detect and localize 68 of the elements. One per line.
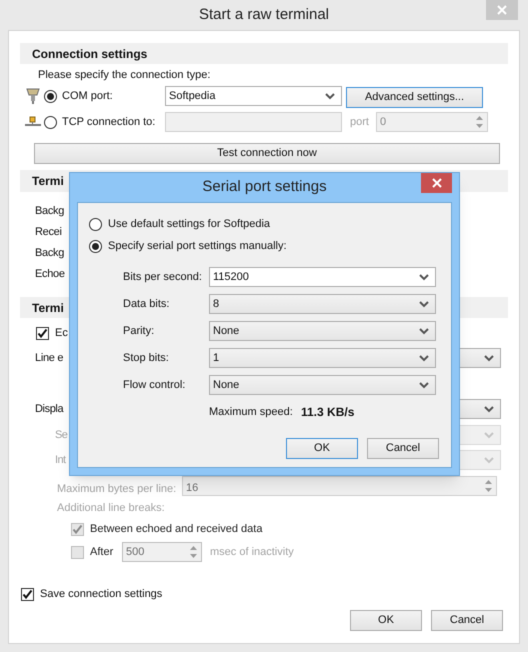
checkbox-label: After xyxy=(90,544,114,560)
field-label: Bits per second: xyxy=(123,270,203,285)
field-label: Data bits: xyxy=(123,296,170,312)
dropdown[interactable]: 115200 xyxy=(209,267,436,287)
chevron-icon xyxy=(484,406,494,412)
dropdown[interactable]: 1 xyxy=(209,348,436,368)
close-icon xyxy=(432,178,442,188)
host-field[interactable] xyxy=(165,112,342,132)
field-label: Int xyxy=(55,452,66,468)
radio-button[interactable] xyxy=(44,116,57,128)
color-label: Echoe xyxy=(35,267,65,282)
speed-label: Maximum speed: xyxy=(209,404,294,420)
cancel-button[interactable]: Cancel xyxy=(431,610,503,631)
port-dropdown[interactable]: Softpedia xyxy=(165,86,342,106)
port-label: port xyxy=(350,114,370,130)
radio-label: Use default settings for Softpedia xyxy=(108,216,270,232)
close-button[interactable] xyxy=(421,173,452,193)
ok-button[interactable]: OK xyxy=(350,610,422,631)
spinner-arrows-icon[interactable] xyxy=(189,545,198,559)
field-label: Se xyxy=(55,428,68,443)
color-label: Backg xyxy=(35,246,64,262)
checkbox-label: Save connection settings xyxy=(40,586,162,602)
section-title: Termi xyxy=(32,173,64,190)
chevron-icon xyxy=(419,328,429,334)
checkbox[interactable] xyxy=(21,588,34,600)
radio-button[interactable] xyxy=(89,240,102,252)
field-label: Line e xyxy=(35,350,64,366)
dropdown[interactable]: 8 xyxy=(209,294,436,314)
prompt-text: Please specify the connection type: xyxy=(38,68,210,82)
field-label: Parity: xyxy=(123,324,156,339)
field-label: Displa xyxy=(35,402,64,417)
field-label: Flow control: xyxy=(123,378,186,393)
chevron-icon xyxy=(419,354,429,362)
chevron-icon xyxy=(484,432,494,438)
unit-label: msec of inactivity xyxy=(210,544,294,560)
field-label: Stop bits: xyxy=(123,350,170,366)
checkbox-label: Ec xyxy=(55,326,68,341)
dropdown[interactable]: None xyxy=(209,321,436,341)
chevron-icon xyxy=(484,456,494,464)
chevron-icon xyxy=(419,382,429,388)
close-icon xyxy=(497,5,507,15)
section-title: Connection settings xyxy=(32,46,148,62)
dropdown[interactable]: None xyxy=(209,375,436,395)
chevron-icon xyxy=(484,354,494,362)
radio-button[interactable] xyxy=(44,90,57,102)
radio-label: TCP connection to: xyxy=(62,114,156,130)
spinner-arrows-icon[interactable] xyxy=(475,115,484,129)
cancel-button[interactable]: Cancel xyxy=(367,438,439,459)
speed-value: 11.3 KB/s xyxy=(301,404,354,421)
ok-button[interactable]: OK xyxy=(286,438,358,459)
test-connection-button[interactable]: Test connection now xyxy=(34,142,500,164)
network-icon xyxy=(25,116,41,128)
chevron-icon xyxy=(419,274,429,280)
color-label: Backg xyxy=(35,204,64,220)
field-label: Maximum bytes per line: xyxy=(57,482,178,496)
chevron-icon xyxy=(419,300,429,308)
checkbox-label: Between echoed and received data xyxy=(90,522,262,537)
radio-label: COM port: xyxy=(62,88,114,104)
serial-plug-icon xyxy=(26,87,40,105)
color-label: Recei xyxy=(35,225,62,240)
window-title: Start a raw terminal xyxy=(198,4,330,25)
radio-label: Specify serial port settings manually: xyxy=(108,238,287,254)
advanced-settings-button[interactable]: Advanced settings... xyxy=(346,86,483,108)
line-breaks-label: Additional line breaks: xyxy=(57,501,165,515)
dialog-title: Serial port settings xyxy=(202,177,327,198)
chevron-icon xyxy=(325,92,335,100)
section-title: Termi xyxy=(32,300,64,316)
radio-button[interactable] xyxy=(89,218,102,230)
